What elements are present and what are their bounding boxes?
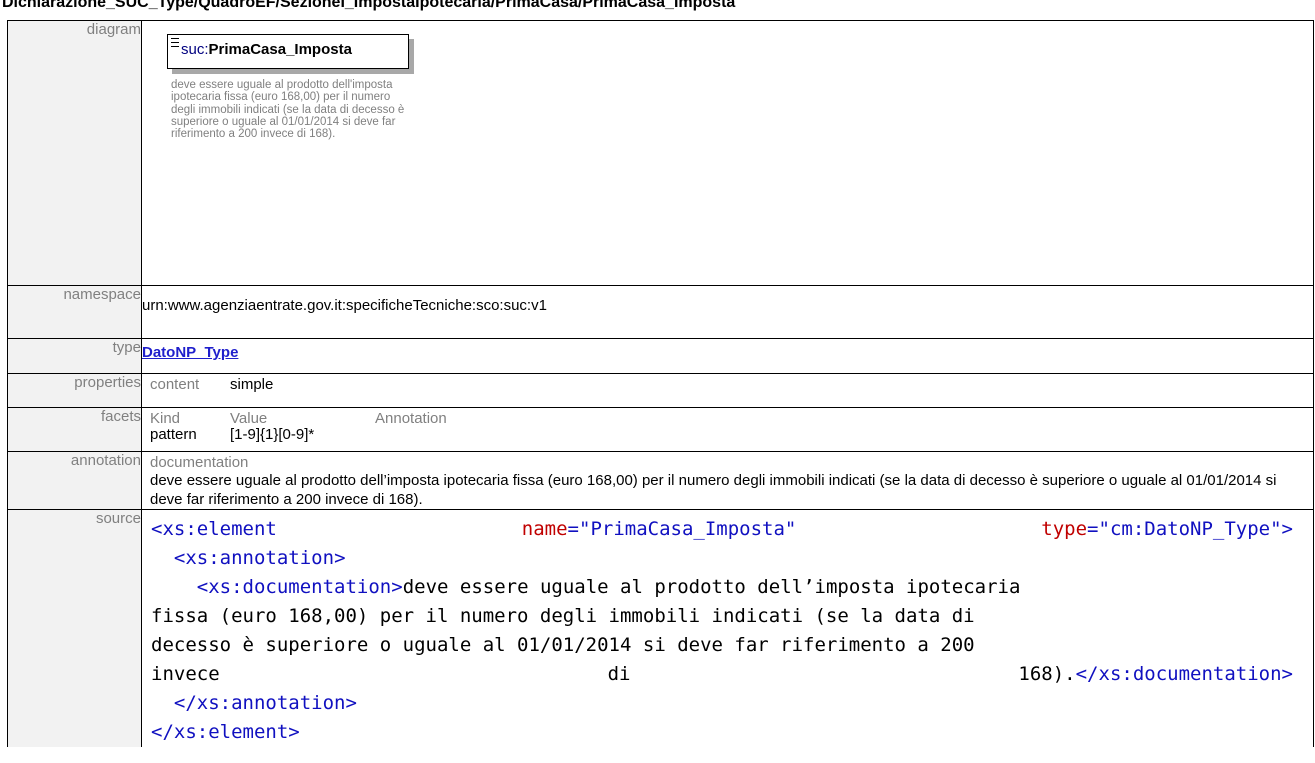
source-line: </xs:element>	[151, 721, 300, 743]
type-label: type	[7, 338, 142, 374]
source-documentation-tag: xs:documentation	[208, 576, 392, 598]
source-line: <xs:documentation>deve essere uguale al …	[196, 576, 1021, 598]
source-doc-line3: decesso è superiore o uguale al 01/01/20…	[151, 634, 975, 656]
source-open-tag: xs:element	[162, 518, 277, 540]
annotation-row: annotation documentation deve essere ugu…	[7, 451, 1314, 510]
source-label: source	[7, 509, 142, 747]
facet-value: [1-9]{1}[0-9]*	[230, 426, 315, 443]
source-type-attr: type	[1041, 518, 1088, 540]
source-element-close-tag: xs:element	[173, 721, 289, 743]
element-lines-icon	[171, 38, 179, 47]
diagram-caption: deve essere uguale al prodotto dell'impo…	[171, 79, 405, 141]
properties-row: properties content simple	[7, 373, 1314, 408]
type-row: type DatoNP_Type	[7, 338, 1314, 374]
diagram-row: diagram suc:PrimaCasa_Imposta deve esser…	[7, 20, 1314, 286]
namespace-label: namespace	[7, 285, 142, 339]
namespace-prefix: suc:	[181, 41, 209, 58]
source-doc-line4b: di	[607, 663, 631, 685]
type-link[interactable]: DatoNP_Type	[142, 344, 238, 361]
source-documentation-close-tag: xs:documentation	[1098, 663, 1282, 685]
properties-label: properties	[7, 373, 142, 408]
source-type-value: "cm:DatoNP_Type"	[1098, 518, 1282, 540]
source-line: </xs:annotation>	[173, 692, 357, 714]
source-line: <xs:element name="PrimaCasa_Imposta" type=…	[151, 518, 1293, 540]
source-name-value: "PrimaCasa_Imposta"	[579, 518, 797, 540]
source-annotation-close-tag: xs:annotation	[196, 692, 346, 714]
source-line: <xs:annotation>	[173, 547, 346, 569]
properties-grid: content simple	[150, 377, 1313, 393]
element-diagram-box: suc:PrimaCasa_Imposta	[167, 34, 409, 69]
source-doc-line1: deve essere uguale al prodotto dell’impo…	[402, 576, 1021, 598]
facets-label: facets	[7, 407, 142, 452]
namespace-row: namespace urn:www.agenziaentrate.gov.it:…	[7, 285, 1314, 339]
properties-content-header: content	[150, 376, 200, 393]
source-row: source <xs:element name="PrimaCasa_Impost…	[7, 509, 1314, 747]
source-line: invece di 168).</xs:documentation>	[151, 660, 1293, 689]
facets-grid: Kind Value Annotation pattern [1-9]{1}[0…	[150, 411, 1313, 443]
source-name-attr: name	[521, 518, 568, 540]
source-code: <xs:element name="PrimaCasa_Imposta" type=…	[151, 510, 1293, 747]
diagram-cell: suc:PrimaCasa_Imposta deve essere uguale…	[141, 20, 1314, 286]
facets-row: facets Kind Value Annotation pattern [1-…	[7, 407, 1314, 452]
namespace-value: urn:www.agenziaentrate.gov.it:specifiche…	[141, 285, 1314, 339]
source-annotation-tag: xs:annotation	[185, 547, 335, 569]
source-doc-line4c: 168).	[1018, 663, 1076, 685]
element-documentation-table: diagram suc:PrimaCasa_Imposta deve esser…	[7, 20, 1314, 747]
element-local-name: PrimaCasa_Imposta	[208, 41, 352, 58]
facets-annotation-header: Annotation	[375, 410, 447, 427]
facet-annotation	[375, 427, 495, 443]
element-diagram-title: suc:PrimaCasa_Imposta	[181, 41, 352, 58]
annotation-documentation-text: deve essere uguale al prodotto dell’impo…	[150, 472, 1277, 508]
source-doc-line4a: invece	[151, 663, 220, 685]
facet-kind: pattern	[150, 426, 197, 443]
page-title: Dichiarazione_SUC_Type/QuadroEF/SezioneI…	[2, 0, 736, 11]
facets-kind-header: Kind	[150, 410, 181, 427]
diagram-label: diagram	[7, 20, 142, 286]
facets-value-header: Value	[230, 410, 268, 427]
annotation-block: documentation deve essere uguale al prod…	[150, 455, 1313, 509]
annotation-documentation-header: documentation	[150, 454, 249, 471]
properties-content-value: simple	[230, 376, 274, 393]
annotation-label: annotation	[7, 451, 142, 510]
source-doc-line2: fissa (euro 168,00) per il numero degli …	[151, 605, 975, 627]
